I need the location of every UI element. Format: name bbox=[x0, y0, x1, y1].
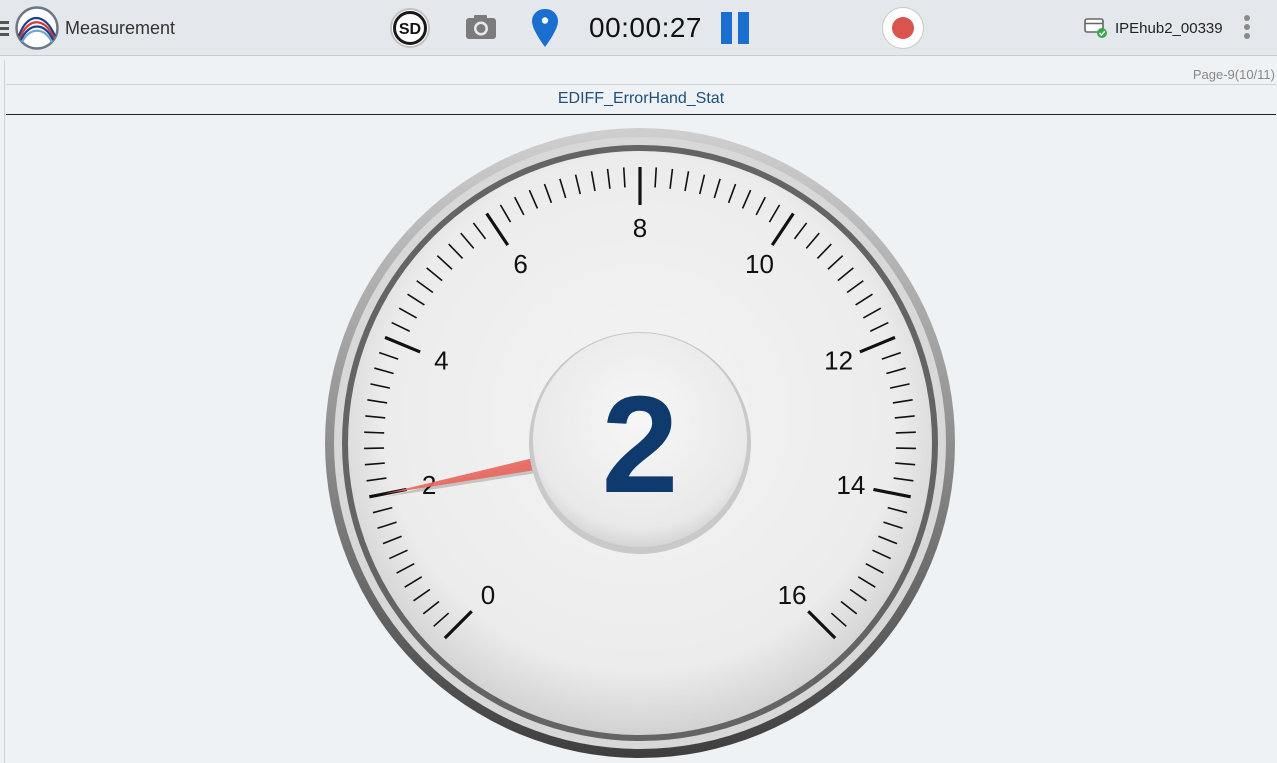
device-connected-icon[interactable] bbox=[1083, 17, 1109, 39]
more-vert-icon[interactable] bbox=[1242, 15, 1252, 43]
menu-handle-icon[interactable] bbox=[0, 21, 9, 36]
top-toolbar: Measurement SD 00:00:27 IPEhub2_00339 bbox=[0, 0, 1277, 56]
device-name: IPEhub2_00339 bbox=[1115, 20, 1223, 37]
pause-icon-bar bbox=[738, 12, 749, 44]
app-title: Measurement bbox=[65, 18, 176, 38]
camera-icon[interactable] bbox=[464, 13, 498, 43]
gauge-title: EDIFF_ErrorHand_Stat bbox=[557, 90, 725, 107]
tick-label: 8 bbox=[633, 213, 647, 243]
minor-tick bbox=[364, 431, 385, 434]
tick-label: 14 bbox=[836, 470, 865, 500]
tick-label: 10 bbox=[745, 249, 774, 279]
pause-button[interactable] bbox=[719, 12, 751, 44]
record-icon bbox=[892, 17, 914, 39]
record-button[interactable] bbox=[882, 7, 924, 49]
header-divider-bottom bbox=[6, 114, 1276, 115]
tick-label: 16 bbox=[778, 580, 807, 610]
tick-label: 12 bbox=[824, 346, 853, 376]
tick-label: 4 bbox=[434, 346, 448, 376]
dial-gauge: 0246810121416 2 bbox=[325, 128, 955, 758]
app-logo-icon[interactable] bbox=[15, 6, 59, 50]
pause-icon bbox=[721, 12, 732, 44]
sd-label: SD bbox=[399, 21, 421, 38]
gauge-value: 2 bbox=[602, 368, 679, 522]
sd-card-icon[interactable]: SD bbox=[388, 6, 432, 50]
location-pin-icon[interactable] bbox=[531, 8, 559, 48]
elapsed-timer: 00:00:27 bbox=[589, 12, 702, 43]
page-indicator: Page-9(10/11) bbox=[1192, 67, 1275, 82]
tick-label: 6 bbox=[513, 249, 527, 279]
header-divider bbox=[6, 84, 1276, 85]
tick-label: 0 bbox=[481, 580, 495, 610]
minor-tick bbox=[895, 431, 916, 434]
